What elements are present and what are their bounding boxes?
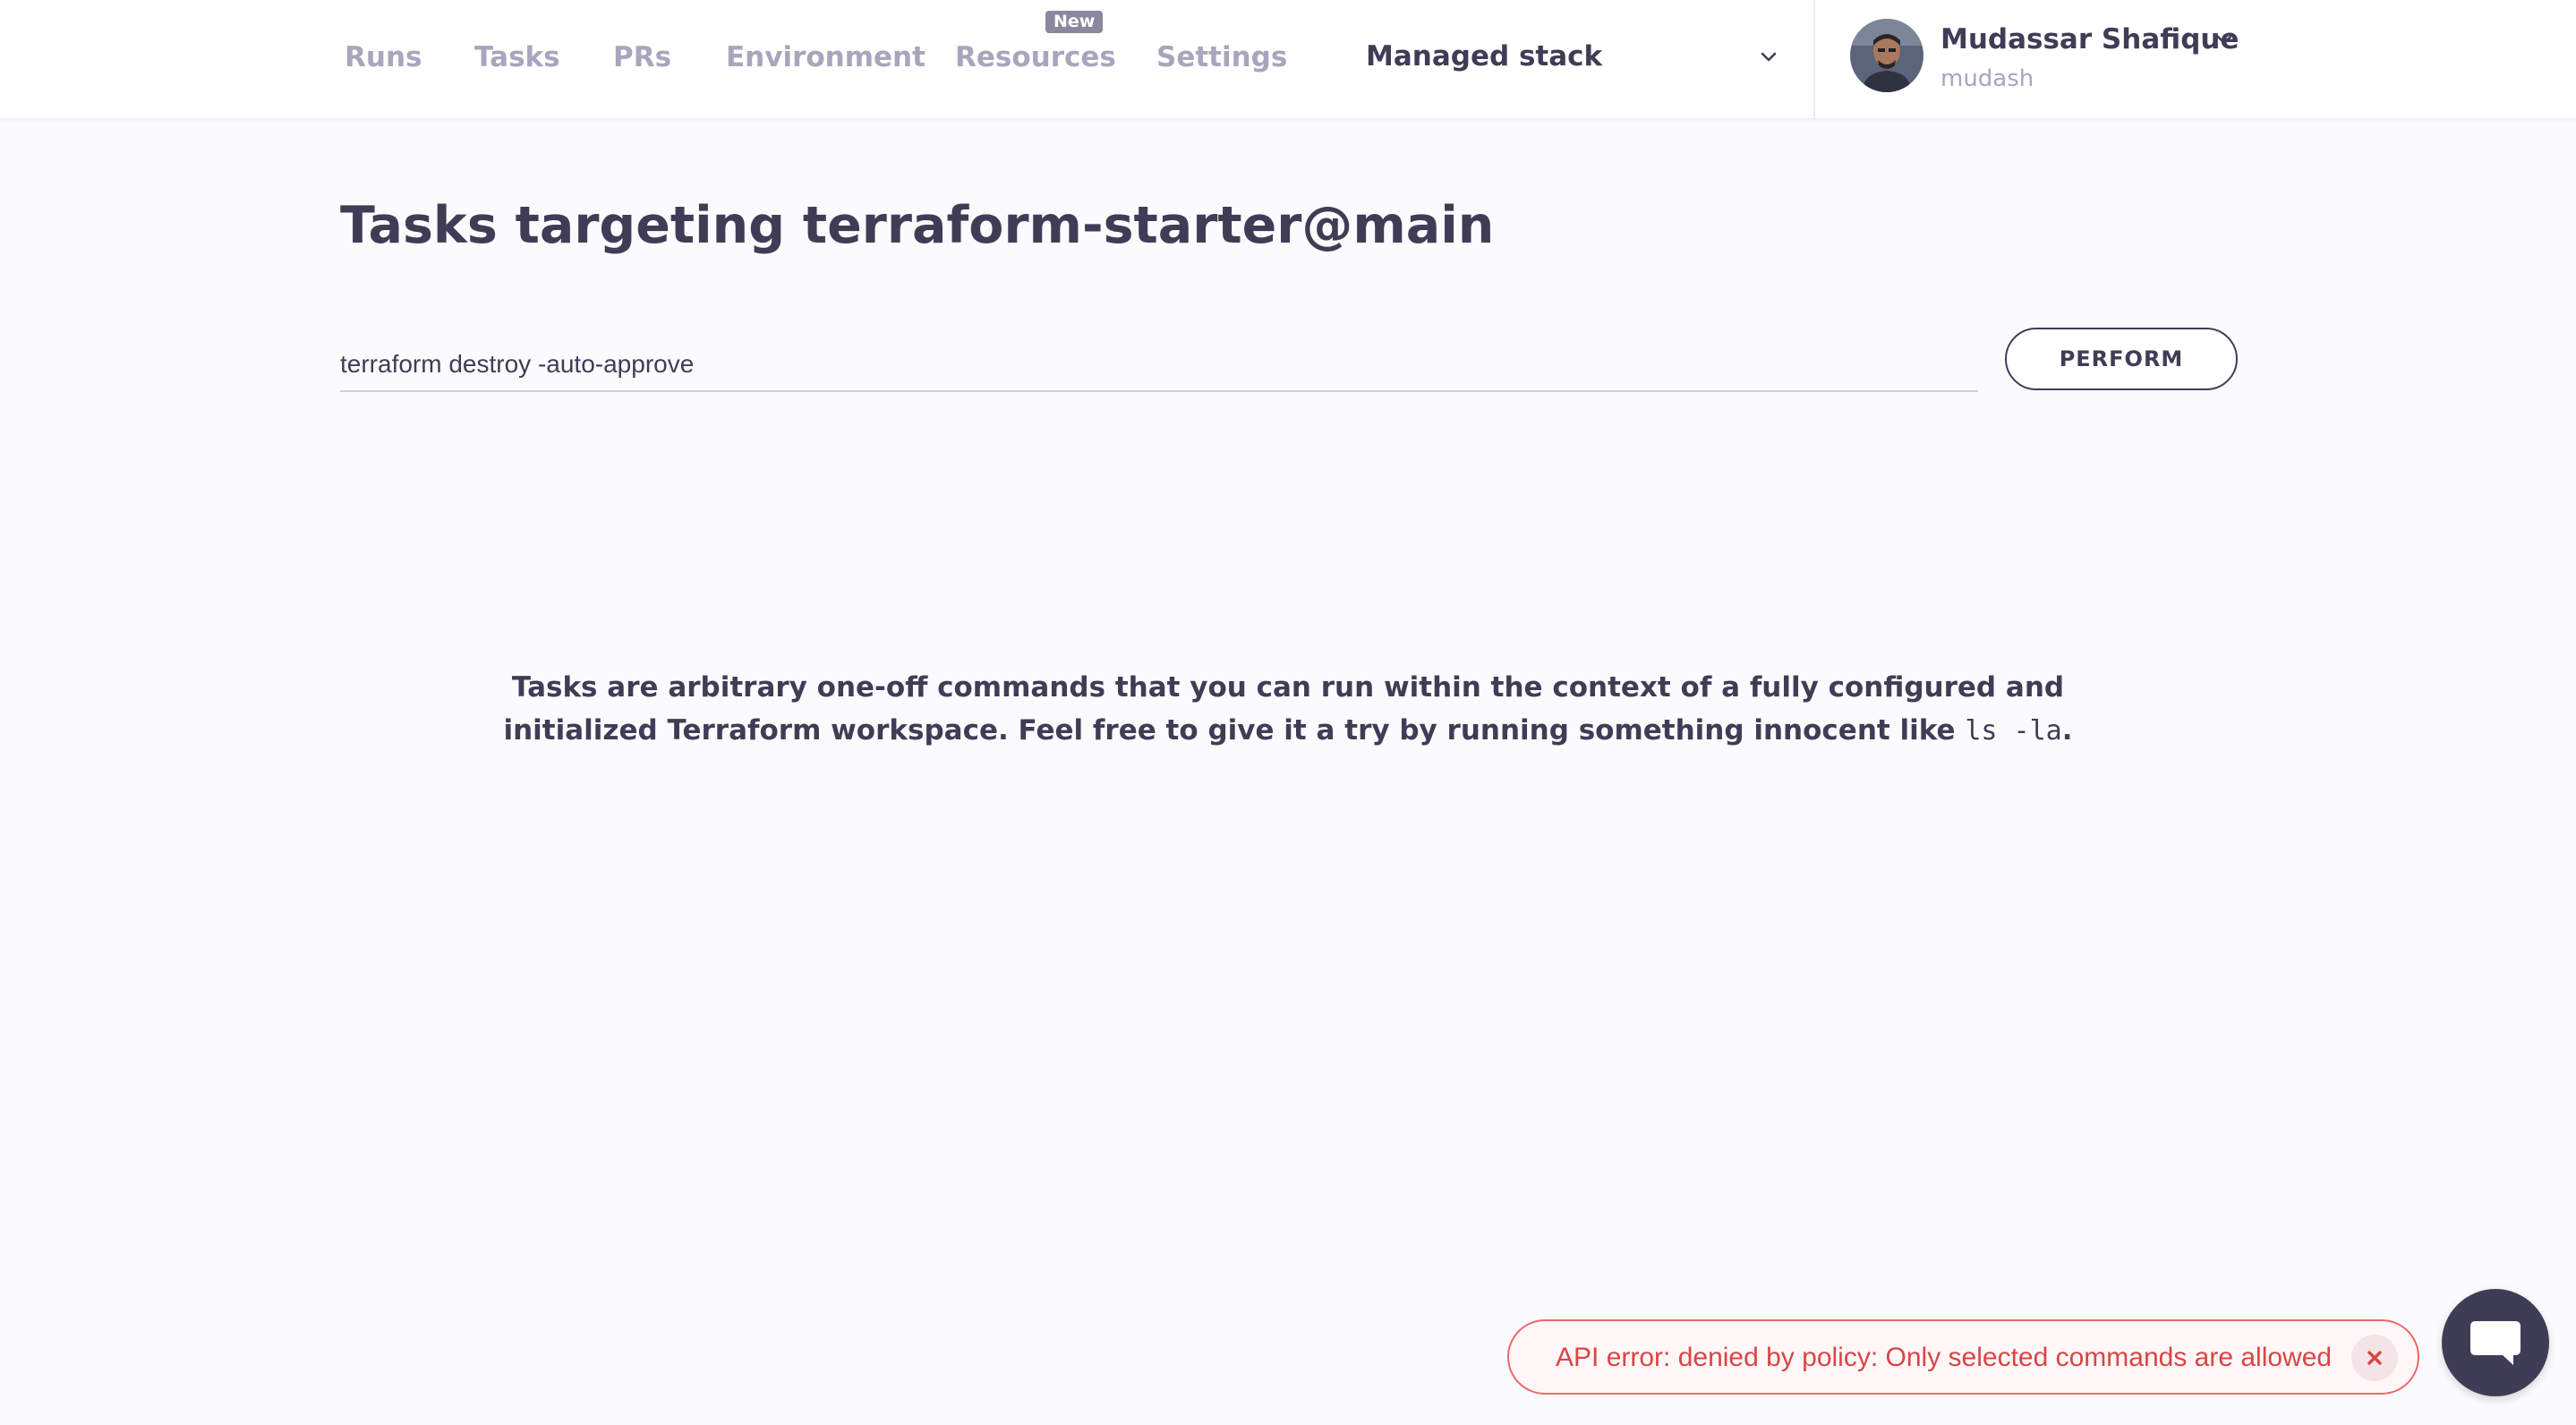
empty-state-code: ls -la <box>1965 715 2062 747</box>
close-button[interactable] <box>2351 1335 2398 1381</box>
nav-item-resources[interactable]: Resources <box>955 39 1116 75</box>
nav-item-tasks[interactable]: Tasks <box>474 39 560 75</box>
chat-button[interactable] <box>2442 1289 2549 1396</box>
close-icon <box>2367 1351 2382 1365</box>
nav-item-settings[interactable]: Settings <box>1156 39 1287 75</box>
nav-item-prs[interactable]: PRs <box>613 39 671 75</box>
stack-selector[interactable]: Managed stack <box>1366 34 1779 79</box>
chat-bubble-icon <box>2470 1321 2521 1365</box>
empty-state-text: Tasks are arbitrary one-off commands tha… <box>503 671 2065 747</box>
nav-item-runs[interactable]: Runs <box>345 39 422 75</box>
top-navigation-bar: Runs Tasks PRs Environment Resources New… <box>0 0 2576 119</box>
error-toast-message: API error: denied by policy: Only select… <box>1556 1343 2333 1372</box>
chevron-down-icon <box>1761 52 1777 62</box>
new-badge: New <box>1045 11 1104 33</box>
stack-selector-value: Managed stack <box>1366 40 1603 73</box>
nav-item-environment[interactable]: Environment <box>726 39 925 75</box>
divider <box>1813 0 1815 119</box>
empty-state-suffix: . <box>2061 714 2073 747</box>
chevron-down-icon[interactable] <box>2213 29 2235 50</box>
avatar[interactable] <box>1850 19 1923 92</box>
user-avatar-image <box>1850 19 1923 92</box>
user-handle: mudash <box>1941 65 2034 92</box>
perform-button[interactable]: PERFORM <box>2005 328 2238 390</box>
error-toast: API error: denied by policy: Only select… <box>1507 1319 2419 1395</box>
empty-state-description: Tasks are arbitrary one-off commands tha… <box>448 666 2128 753</box>
command-input[interactable] <box>340 338 1978 392</box>
user-name: Mudassar Shafique <box>1941 23 2239 55</box>
page-title: Tasks targeting terraform-starter@main <box>340 196 1495 255</box>
